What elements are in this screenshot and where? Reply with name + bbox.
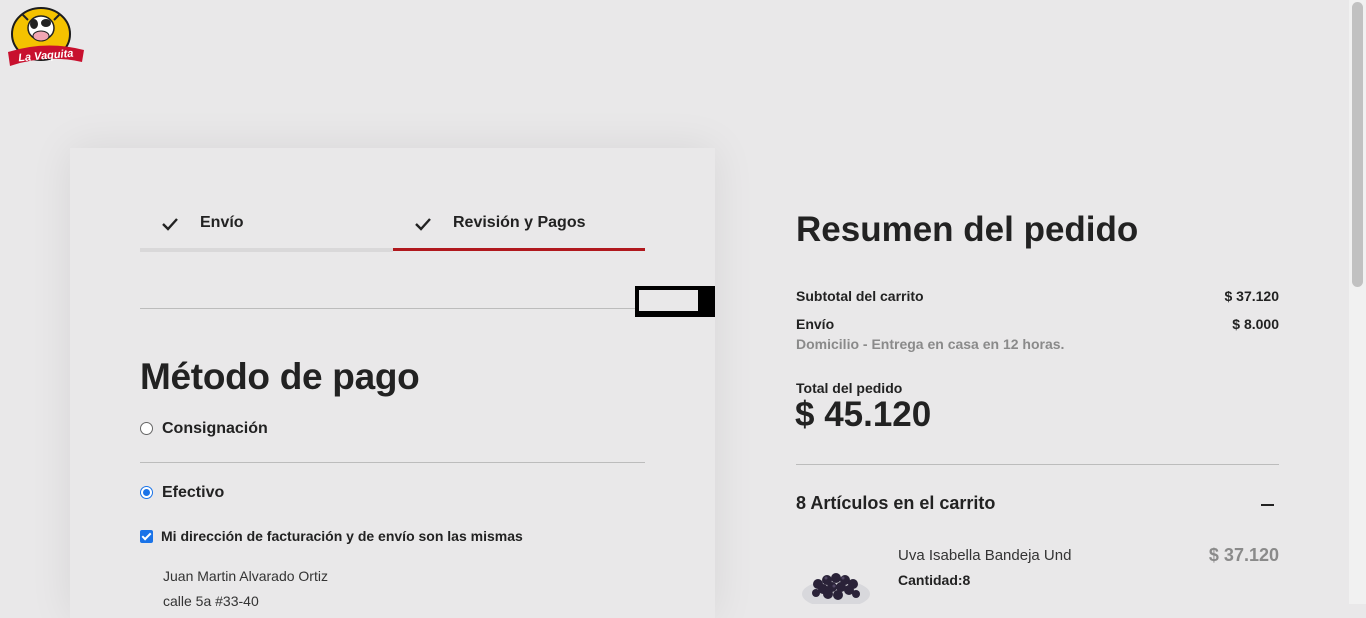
same-address-label[interactable]: Mi dirección de facturación y de envío s… [161,528,523,544]
toggle-button[interactable] [635,286,715,317]
step-review-payment[interactable]: Revisión y Pagos [393,208,645,251]
minus-icon[interactable] [1261,504,1274,506]
order-total-label: Total del pedido [796,380,903,396]
checkout-steps: Envío Revisión y Pagos [140,208,645,252]
cart-items-toggle[interactable]: 8 Artículos en el carrito [796,493,995,514]
check-icon [415,218,431,231]
billing-address-name: Juan Martin Alvarado Ortiz [163,568,328,584]
payment-method-title: Método de pago [140,356,420,397]
product-quantity: Cantidad:8 [898,572,971,588]
radio-label-efectivo[interactable]: Efectivo [162,484,224,502]
check-icon [162,218,178,231]
subtotal-value: $ 37.120 [1224,288,1280,304]
toggle-button-inner [639,290,698,311]
brand-logo[interactable]: La Vaquita [6,6,86,72]
divider [140,462,645,463]
product-price: $ 37.120 [1208,545,1279,565]
radio-label-consignacion[interactable]: Consignación [162,420,268,438]
subtotal-label: Subtotal del carrito [796,288,924,304]
product-image [796,544,876,608]
divider [140,308,635,309]
radio-consignacion[interactable] [140,422,153,435]
scrollbar-thumb[interactable] [1352,2,1363,287]
same-address-checkbox[interactable] [140,530,153,543]
step-label: Envío [200,214,244,231]
shipping-method: Domicilio - Entrega en casa en 12 horas. [796,336,1065,352]
divider [796,464,1279,465]
step-shipping[interactable]: Envío [140,208,393,252]
shipping-value: $ 8.000 [1232,316,1279,332]
shipping-label: Envío [796,316,835,332]
step-label: Revisión y Pagos [453,214,586,231]
product-name[interactable]: Uva Isabella Bandeja Und [898,547,1071,564]
billing-address-street: calle 5a #33-40 [163,593,259,609]
checkout-card: Envío Revisión y Pagos Método de pago Co… [70,148,715,618]
radio-efectivo[interactable] [140,486,153,499]
vertical-scrollbar[interactable] [1349,0,1366,604]
order-total-value: $ 45.120 [795,395,932,434]
order-summary-title: Resumen del pedido [796,210,1139,249]
